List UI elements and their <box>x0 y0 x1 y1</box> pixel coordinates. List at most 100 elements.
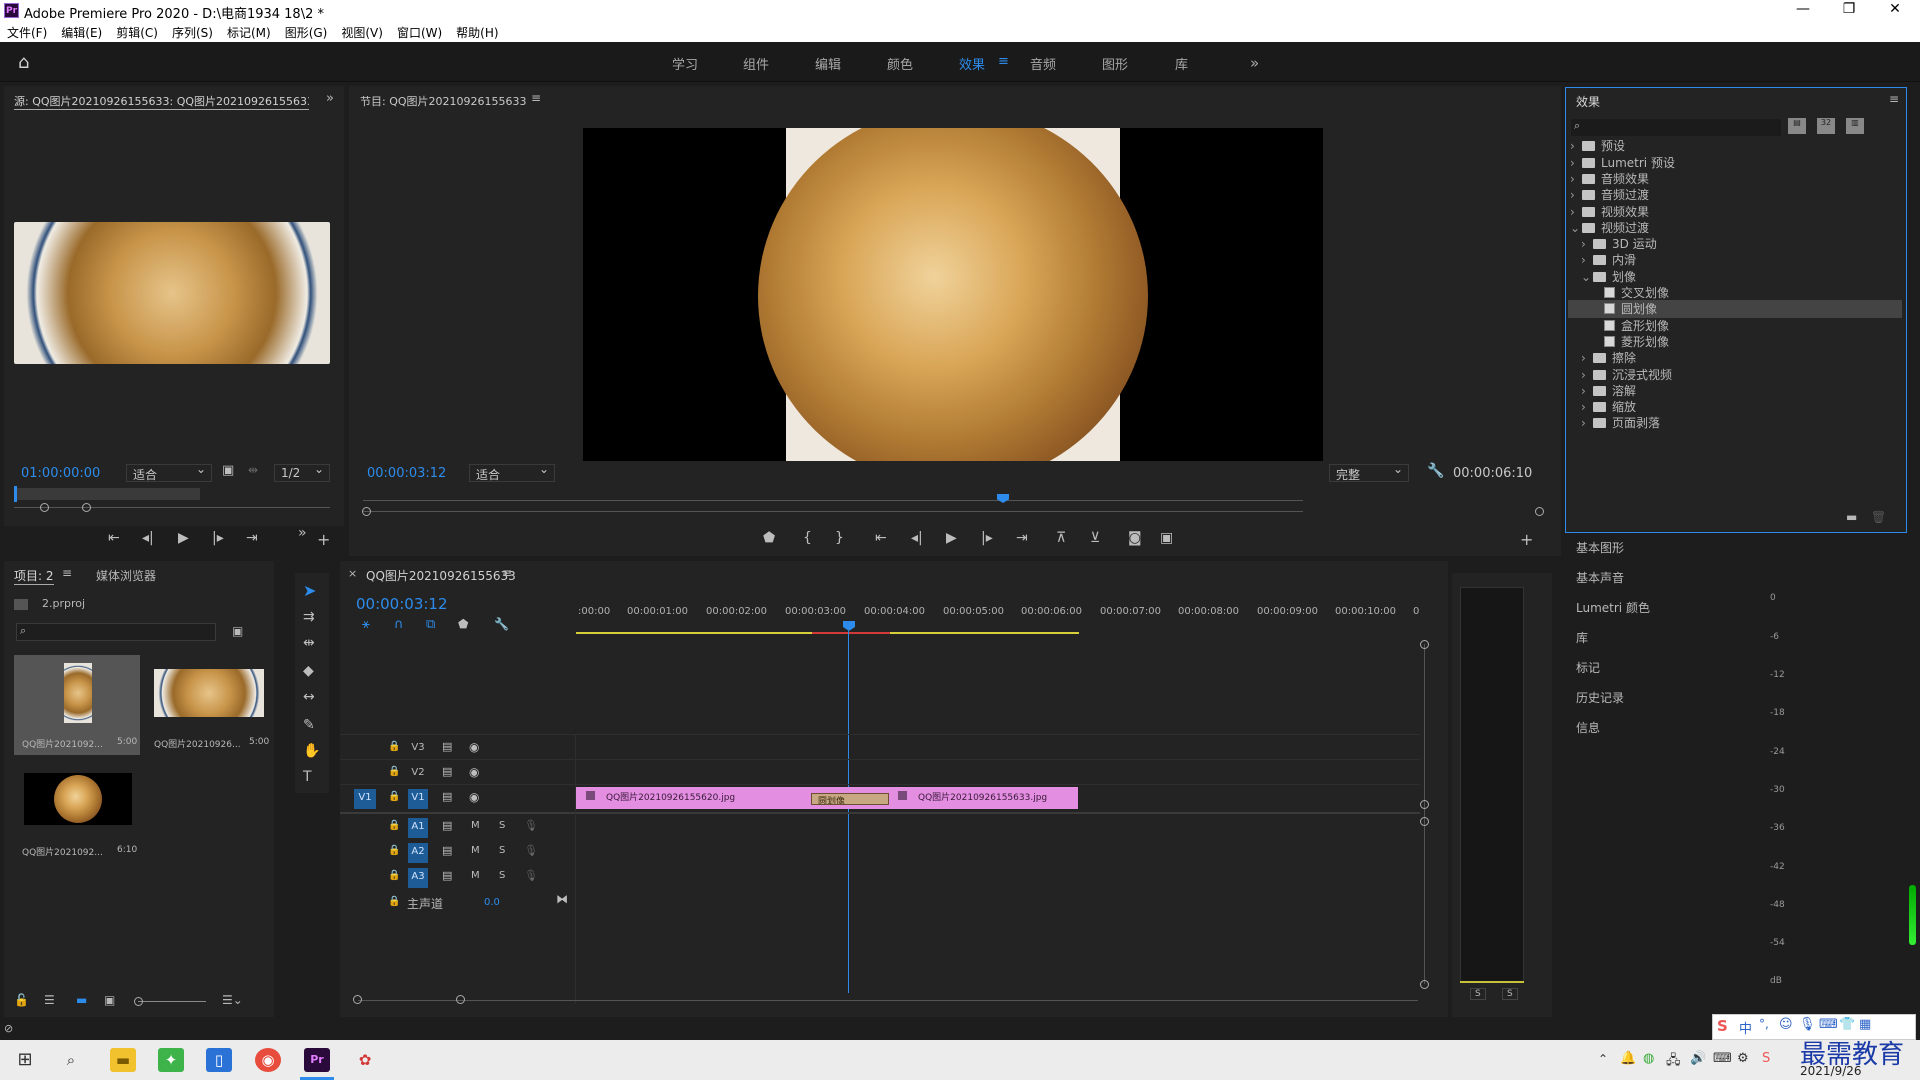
go-to-out-icon[interactable]: ⇥ <box>1016 530 1028 546</box>
vscroll-handle-mid2[interactable] <box>1420 817 1429 826</box>
snap-icon[interactable]: ∩ <box>394 617 404 632</box>
export-frame-icon[interactable]: ▣ <box>222 463 234 478</box>
media-browser-tab[interactable]: 媒体浏览器 <box>96 567 156 584</box>
voiceover-a3-icon[interactable]: 🎙 <box>524 869 538 882</box>
menu-sequence[interactable]: 序列(S) <box>165 22 220 43</box>
slip-tool-icon[interactable]: ↔ <box>303 689 315 705</box>
track-a3-label[interactable]: A3 <box>408 868 428 888</box>
panel-essential-graphics[interactable]: 基本图形 <box>1576 539 1624 556</box>
vscroll-handle-top[interactable] <box>1420 640 1429 649</box>
premiere-taskbar-icon[interactable]: Pr <box>304 1048 330 1072</box>
go-to-in-icon[interactable]: ⇤ <box>875 530 887 546</box>
program-timecode[interactable]: 00:00:03:12 <box>367 466 446 481</box>
vscroll-handle-mid1[interactable] <box>1420 800 1429 809</box>
source-scroll-handle-left[interactable] <box>40 503 49 512</box>
selection-tool-icon[interactable]: ➤ <box>303 581 316 600</box>
chevron-right-icon[interactable]: › <box>1581 253 1593 267</box>
chevron-right-icon[interactable]: › <box>1570 205 1582 219</box>
sequence-tab[interactable]: QQ图片20210926155633 <box>366 567 516 584</box>
program-time-ruler[interactable] <box>363 500 1303 501</box>
nest-icon[interactable]: ⚹ <box>362 617 370 632</box>
new-search-bin-icon[interactable]: ▣ <box>232 624 243 638</box>
source-step-back-icon[interactable]: ◂| <box>142 530 154 546</box>
step-back-icon[interactable]: ◂| <box>911 530 923 546</box>
voiceover-a2-icon[interactable]: 🎙 <box>524 844 538 857</box>
source-scroll-handle-right[interactable] <box>82 503 91 512</box>
notification-icon[interactable]: 🔔 <box>1620 1051 1636 1066</box>
type-tool-icon[interactable]: T <box>303 769 312 785</box>
eye-v2-icon[interactable]: ◉ <box>469 765 479 779</box>
ripple-edit-tool-icon[interactable]: ⇹ <box>303 635 315 651</box>
solo-a1-button[interactable]: S <box>499 820 505 831</box>
vscroll-handle-bottom[interactable] <box>1420 980 1429 989</box>
effect-folder[interactable]: ⌄ 划像 <box>1581 268 1900 286</box>
chevron-down-icon[interactable]: ⌄ <box>1581 270 1593 284</box>
sogou-tray-icon[interactable]: S <box>1762 1051 1770 1066</box>
project-item-2[interactable]: QQ图片20210926... 5:00 <box>146 655 272 755</box>
program-quality-select[interactable]: 完整 <box>1329 462 1409 482</box>
track-v1-label[interactable]: V1 <box>408 789 428 809</box>
source-patch-v1[interactable]: V1 <box>354 789 376 809</box>
mark-out-icon[interactable]: } <box>835 530 844 546</box>
program-menu-icon[interactable]: ≡ <box>531 91 541 105</box>
workspace-menu-icon[interactable]: ≡ <box>998 54 1009 69</box>
step-forward-icon[interactable]: |▸ <box>981 530 993 546</box>
mute-a2-button[interactable]: M <box>471 845 480 856</box>
effect-folder[interactable]: › 缩放 <box>1581 398 1900 416</box>
close-icon[interactable]: ✕ <box>1872 1 1918 17</box>
mute-a1-button[interactable]: M <box>471 820 480 831</box>
extract-icon[interactable]: ⊻ <box>1090 530 1100 546</box>
chevron-right-icon[interactable]: › <box>1581 384 1593 398</box>
mark-in-icon[interactable]: { <box>803 530 812 546</box>
chevron-right-icon[interactable]: › <box>1570 156 1582 170</box>
effect-folder[interactable]: › 音频效果 <box>1570 170 1900 188</box>
hand-tool-icon[interactable]: ✋ <box>303 743 320 759</box>
program-playhead[interactable] <box>997 494 1009 503</box>
freeform-view-icon[interactable]: ▣ <box>104 993 115 1007</box>
file-explorer-icon[interactable]: ▬ <box>110 1048 136 1072</box>
close-sequence-icon[interactable]: × <box>348 567 357 580</box>
panel-history[interactable]: 历史记录 <box>1576 689 1624 706</box>
program-scrollbar[interactable] <box>363 511 1303 512</box>
timeline-marker-icon[interactable]: ⬟ <box>458 617 468 631</box>
panel-info[interactable]: 信息 <box>1576 719 1600 736</box>
workspace-libraries[interactable]: 库 <box>1175 54 1188 73</box>
keyboard-icon[interactable]: ⌨ <box>1713 1051 1732 1066</box>
track-v2-label[interactable]: V2 <box>408 764 428 782</box>
timeline-timecode[interactable]: 00:00:03:12 <box>356 595 448 613</box>
effect-item[interactable]: 菱形划像 <box>1592 333 1900 351</box>
program-add-button-icon[interactable]: + <box>1520 530 1533 549</box>
chevron-right-icon[interactable]: › <box>1581 416 1593 430</box>
menu-window[interactable]: 窗口(W) <box>390 22 449 43</box>
tray-overflow-icon[interactable]: ⌃ <box>1598 1052 1608 1066</box>
source-timecode[interactable]: 01:00:00:00 <box>21 466 100 481</box>
settings-wrench-icon[interactable]: 🔧 <box>1427 463 1444 479</box>
lock-v2-icon[interactable]: 🔒 <box>388 766 400 777</box>
tray-settings-icon[interactable]: ⚙ <box>1737 1051 1749 1066</box>
effect-item[interactable]: 圆划像 <box>1568 300 1902 319</box>
workspace-effects[interactable]: 效果 <box>959 54 985 73</box>
timeline-settings-icon[interactable]: 🔧 <box>494 617 509 631</box>
mute-a3-button[interactable]: M <box>471 870 480 881</box>
source-play-icon[interactable]: ▶ <box>178 530 189 546</box>
track-a2-label[interactable]: A2 <box>408 843 428 863</box>
effect-folder[interactable]: › 沉浸式视频 <box>1581 366 1900 384</box>
menu-edit[interactable]: 编辑(E) <box>54 22 109 43</box>
home-icon[interactable]: ⌂ <box>18 52 29 73</box>
effect-folder[interactable]: › 擦除 <box>1581 349 1900 367</box>
effect-folder[interactable]: › 页面剥落 <box>1581 414 1900 432</box>
timeline-vertical-scrollbar[interactable] <box>1424 644 1425 984</box>
source-add-button-icon[interactable]: + <box>317 530 330 549</box>
track-v3-label[interactable]: V3 <box>408 739 428 757</box>
menu-marker[interactable]: 标记(M) <box>220 22 278 43</box>
insert-overlay-icon[interactable]: ⇹ <box>248 463 258 477</box>
effects-menu-icon[interactable]: ≡ <box>1889 92 1899 106</box>
yuv-effects-icon[interactable]: ▥ <box>1846 118 1864 134</box>
effect-folder[interactable]: ⌄ 视频过渡 <box>1570 219 1900 237</box>
voiceover-a1-icon[interactable]: 🎙 <box>524 819 538 832</box>
ime-toolbox-icon[interactable]: ▦ <box>1859 1017 1871 1032</box>
linked-selection-icon[interactable]: ⧉ <box>426 617 435 632</box>
effects-panel-title[interactable]: 效果 <box>1576 93 1600 110</box>
sync-a1-icon[interactable]: ▤ <box>442 819 452 832</box>
chevron-right-icon[interactable]: › <box>1581 351 1593 365</box>
